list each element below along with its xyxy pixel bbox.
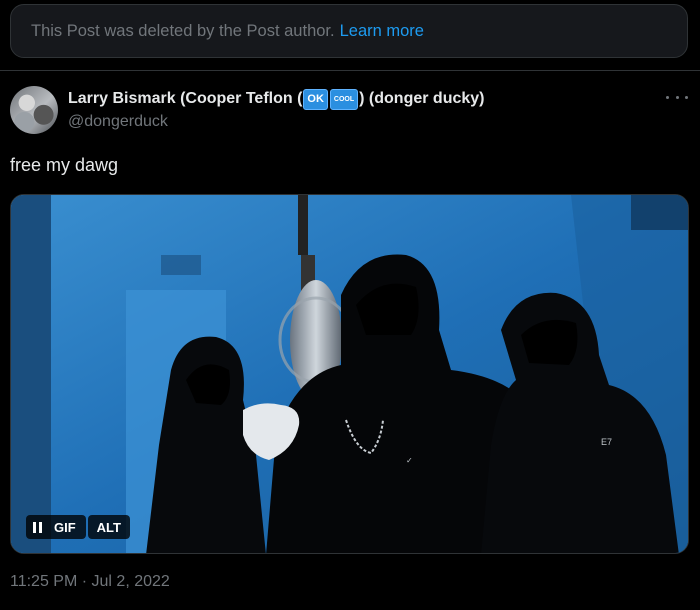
display-name-prefix: Larry Bismark (Cooper Teflon ( bbox=[68, 90, 303, 107]
gif-media[interactable]: E7 ✓ GIF ALT bbox=[10, 194, 689, 554]
svg-text:E7: E7 bbox=[601, 437, 612, 447]
ok-emoji-icon: OK bbox=[303, 88, 328, 110]
cool-emoji-icon: COOL bbox=[329, 88, 359, 110]
more-dots-icon[interactable] bbox=[666, 90, 688, 104]
user-handle[interactable]: @dongerduck bbox=[68, 113, 168, 131]
avatar[interactable] bbox=[10, 86, 58, 134]
svg-text:✓: ✓ bbox=[406, 456, 413, 465]
display-name[interactable]: Larry Bismark (Cooper Teflon ( OK COOL )… bbox=[68, 88, 485, 110]
divider bbox=[0, 70, 700, 71]
pause-icon[interactable] bbox=[26, 515, 48, 539]
deleted-post-notice: This Post was deleted by the Post author… bbox=[10, 4, 688, 58]
alt-badge[interactable]: ALT bbox=[87, 515, 130, 539]
gif-frame-image: E7 ✓ bbox=[11, 195, 688, 553]
post-timestamp[interactable]: 11:25 PM · Jul 2, 2022 bbox=[10, 573, 170, 591]
learn-more-link[interactable]: Learn more bbox=[340, 22, 424, 41]
display-name-suffix: ) (donger ducky) bbox=[359, 90, 485, 107]
deleted-notice-text: This Post was deleted by the Post author… bbox=[31, 21, 335, 40]
gif-controls: GIF ALT bbox=[26, 515, 130, 539]
post-text: free my dawg bbox=[10, 155, 119, 175]
gif-badge: GIF bbox=[48, 515, 86, 539]
